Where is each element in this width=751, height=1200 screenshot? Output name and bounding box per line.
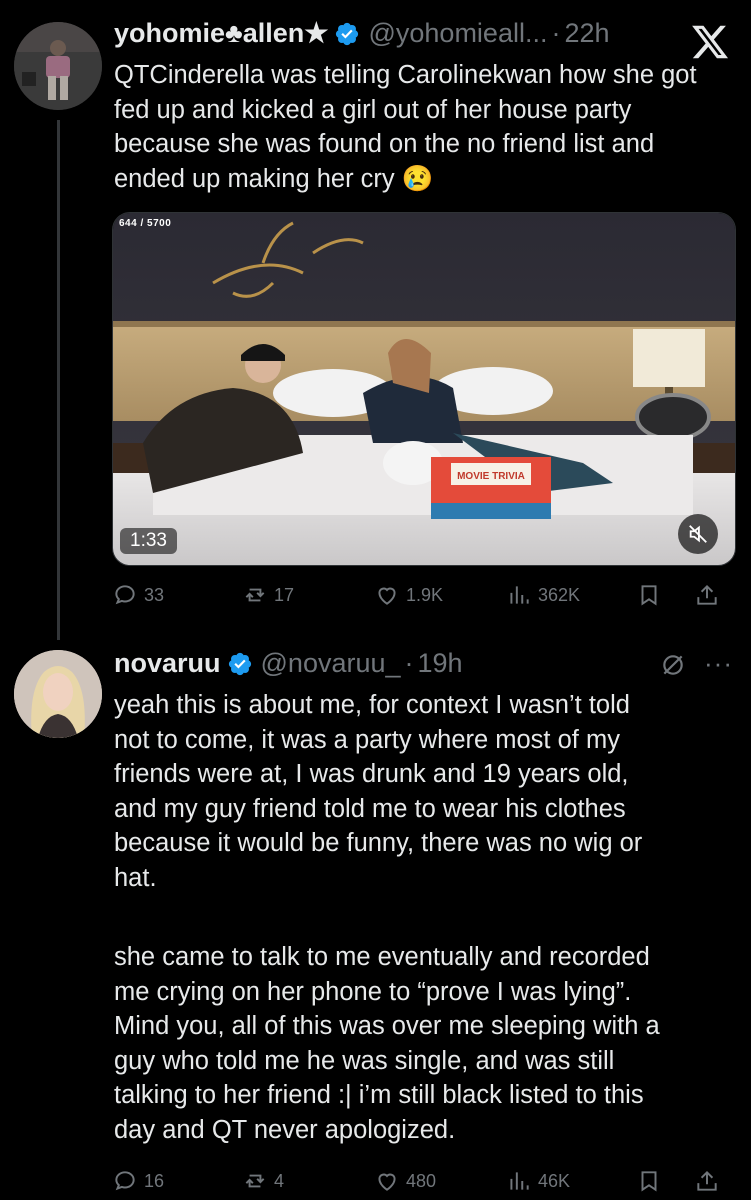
- avatar-yohomieallen[interactable]: [14, 22, 102, 110]
- tweet1-video[interactable]: MOVIE TRIVIA 644 / 5700: [112, 212, 736, 566]
- repost-icon: [245, 1174, 265, 1188]
- repost-icon: [245, 588, 265, 602]
- repost-button[interactable]: 4: [242, 1168, 374, 1194]
- repost-count: 17: [274, 584, 295, 605]
- video-duration: 1:33: [120, 528, 177, 554]
- reply-icon: [115, 585, 135, 605]
- tweet1-text: QTCinderella was telling Carolinekwan ho…: [114, 58, 724, 196]
- bookmark-icon: [641, 585, 657, 606]
- tweet1-time[interactable]: 22h: [564, 18, 609, 49]
- thread-line: [57, 120, 60, 640]
- separator-dot: ·: [404, 648, 414, 678]
- video-frame: MOVIE TRIVIA: [113, 213, 735, 565]
- share-icon: [697, 1170, 717, 1191]
- views-icon: [510, 1172, 529, 1190]
- tweet2-actions: 16 4 480 46K: [112, 1168, 737, 1194]
- like-icon: [378, 587, 396, 605]
- video-counter: 644 / 5700: [119, 218, 172, 229]
- avatar-novaruu[interactable]: [14, 650, 102, 738]
- bookmark-icon: [641, 1171, 657, 1192]
- like-button[interactable]: 1.9K: [374, 582, 506, 608]
- movie-trivia-label: MOVIE TRIVIA: [457, 471, 525, 482]
- tweet2-header: novaruu @novaruu_ · 19h: [114, 648, 463, 679]
- mute-icon: [689, 525, 707, 543]
- reply-button[interactable]: 33: [112, 582, 242, 608]
- tweet1-actions: 33 17 1.9K 362K: [112, 582, 737, 608]
- like-count: 480: [406, 1170, 437, 1191]
- repost-count: 4: [274, 1170, 285, 1191]
- tweet2-display-name[interactable]: novaruu: [114, 648, 221, 679]
- tweet2-time[interactable]: 19h: [418, 648, 463, 679]
- reply-count: 16: [144, 1170, 165, 1191]
- tweet1-display-name[interactable]: yohomie♣allen★: [114, 18, 328, 49]
- share-icon: [697, 584, 717, 605]
- grok-icon[interactable]: [660, 652, 686, 678]
- tweet2-handle[interactable]: @novaruu_: [261, 648, 401, 679]
- separator-dot: ·: [551, 18, 561, 48]
- views-button[interactable]: 362K: [506, 582, 636, 608]
- bookmark-button[interactable]: [636, 582, 694, 608]
- views-button[interactable]: 46K: [506, 1168, 636, 1194]
- tweet2-paragraph-1: yeah this is about me, for context I was…: [114, 691, 643, 892]
- views-count: 46K: [538, 1170, 571, 1191]
- views-count: 362K: [538, 584, 581, 605]
- share-button[interactable]: [694, 1168, 726, 1194]
- crying-emoji: 😢: [401, 164, 434, 193]
- tweet1-handle[interactable]: @yohomieall...: [368, 18, 547, 49]
- like-button[interactable]: 480: [374, 1168, 506, 1194]
- tweet1-header: yohomie♣allen★ @yohomieall... · 22h: [114, 18, 610, 49]
- mute-button[interactable]: [678, 514, 718, 554]
- more-icon[interactable]: ···: [704, 650, 734, 678]
- reply-count: 33: [144, 584, 165, 605]
- views-icon: [510, 586, 529, 604]
- tweet2-paragraph-2: she came to talk to me eventually and re…: [114, 943, 660, 1144]
- x-logo-icon: [692, 25, 729, 59]
- reply-icon: [115, 1171, 135, 1191]
- reply-button[interactable]: 16: [112, 1168, 242, 1194]
- like-icon: [378, 1173, 396, 1191]
- bookmark-button[interactable]: [636, 1168, 694, 1194]
- verified-icon: [228, 652, 251, 675]
- share-button[interactable]: [694, 582, 726, 608]
- repost-button[interactable]: 17: [242, 582, 374, 608]
- like-count: 1.9K: [406, 584, 444, 605]
- verified-icon: [336, 22, 359, 45]
